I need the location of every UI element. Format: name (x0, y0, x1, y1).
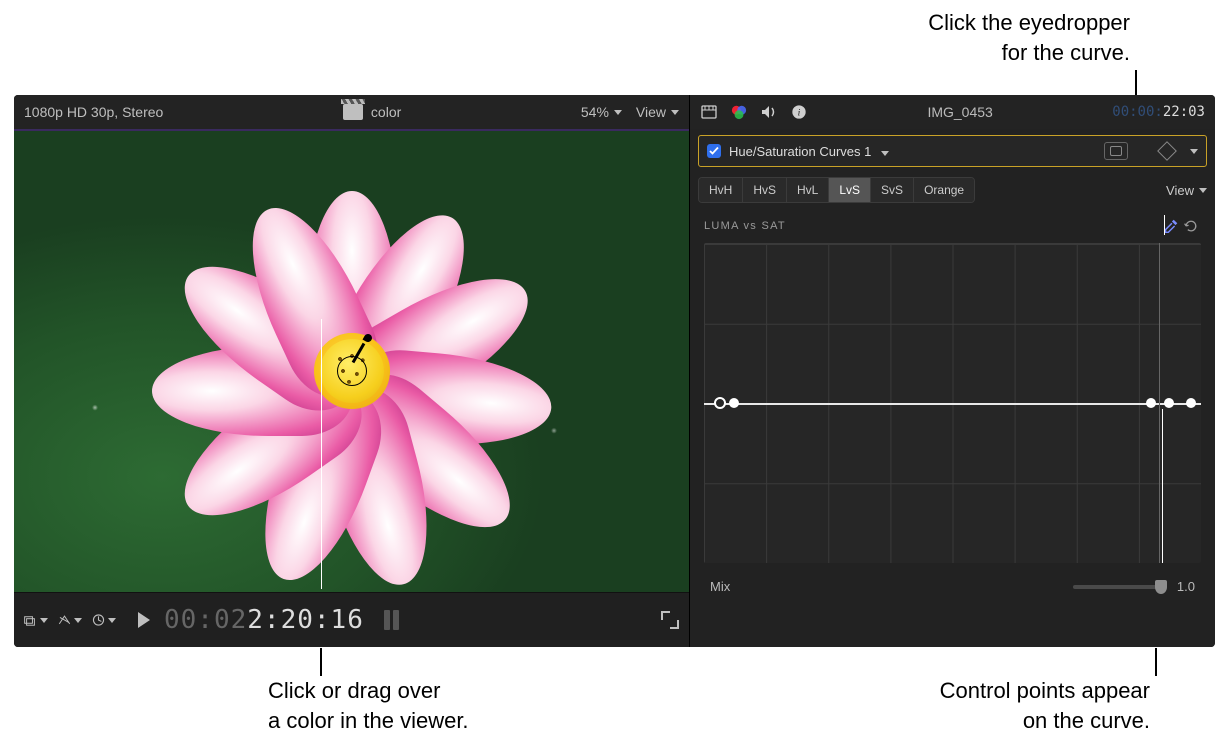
info-inspector-tab[interactable]: i (790, 104, 808, 120)
chevron-down-icon[interactable] (1190, 149, 1198, 154)
chevron-down-icon (40, 618, 48, 623)
timecode-bright: 2:20:16 (247, 605, 364, 635)
viewer-canvas[interactable] (14, 131, 689, 592)
curve-control-point[interactable] (729, 398, 739, 408)
color-channels-dropdown[interactable] (58, 610, 82, 630)
curve-tab-svs[interactable]: SvS (871, 178, 914, 202)
chevron-down-icon (614, 110, 622, 115)
curve-baseline (704, 403, 1201, 405)
mix-row: Mix 1.0 (710, 579, 1195, 594)
leader-line (1155, 648, 1157, 676)
curve-editor[interactable] (704, 243, 1201, 563)
effect-enable-checkbox[interactable] (707, 144, 721, 158)
curve-tab-orange[interactable]: Orange (914, 178, 974, 202)
clip-format-label: 1080p HD 30p, Stereo (24, 104, 163, 120)
effect-name-dropdown[interactable]: Hue/Saturation Curves 1 (729, 144, 889, 159)
viewer-top-bar: 1080p HD 30p, Stereo color 54% View (14, 95, 689, 131)
slider-thumb[interactable] (1155, 580, 1167, 594)
curve-control-point[interactable] (714, 397, 726, 409)
svg-text:i: i (798, 108, 801, 119)
mix-slider[interactable] (1073, 585, 1163, 589)
view-label: View (1166, 183, 1194, 198)
view-dropdown[interactable]: View (636, 104, 679, 120)
chevron-down-icon (881, 151, 889, 156)
eyedropper-cursor (337, 356, 367, 386)
callout-line: Control points appear (940, 678, 1150, 703)
leader-line (321, 319, 322, 589)
retime-dropdown[interactable] (92, 610, 116, 630)
effect-header-row: Hue/Saturation Curves 1 (698, 135, 1207, 167)
mix-value: 1.0 (1177, 579, 1195, 594)
timecode-dim: 00:00: (1112, 104, 1163, 120)
audio-skimming-toggle[interactable] (384, 609, 406, 631)
keyframe-button[interactable] (1157, 141, 1177, 161)
curve-header: LUMA vs SAT (704, 217, 1201, 235)
timecode-bright: 22:03 (1163, 104, 1205, 120)
callout-eyedropper: Click the eyedropper for the curve. (740, 8, 1130, 67)
callout-line: Click the eyedropper (928, 10, 1130, 35)
clip-name-label: color (371, 104, 401, 120)
zoom-dropdown[interactable]: 54% (581, 104, 622, 120)
reset-button[interactable] (1181, 217, 1201, 235)
viewer-pane: 1080p HD 30p, Stereo color 54% View (14, 95, 690, 647)
view-label: View (636, 104, 666, 120)
clapperboard-icon (343, 104, 363, 120)
curve-tabs: HvHHvSHvLLvSSvSOrange (698, 177, 975, 203)
curve-title-label: LUMA vs SAT (704, 220, 786, 232)
effect-mask-button[interactable] (1104, 142, 1128, 160)
timecode-dim: 00:02 (164, 605, 247, 635)
curve-tab-lvs[interactable]: LvS (829, 178, 871, 202)
curve-guide-line (1159, 243, 1160, 563)
chevron-down-icon (108, 618, 116, 623)
chevron-down-icon (671, 110, 679, 115)
curve-tab-hvh[interactable]: HvH (699, 178, 743, 202)
inspector-view-dropdown[interactable]: View (1166, 183, 1207, 198)
curve-tab-hvl[interactable]: HvL (787, 178, 829, 202)
callout-viewer-pick: Click or drag over a color in the viewer… (268, 676, 568, 735)
curve-tab-row: HvHHvSHvLLvSSvSOrange View (698, 177, 1207, 203)
app-window: 1080p HD 30p, Stereo color 54% View (14, 95, 1215, 647)
inspector-timecode: 00:00:22:03 (1112, 104, 1205, 120)
audio-inspector-tab[interactable] (760, 104, 778, 120)
color-inspector-tab[interactable] (730, 104, 748, 120)
curve-control-point[interactable] (1164, 398, 1174, 408)
callout-line: on the curve. (1023, 708, 1150, 733)
viewer-timecode[interactable]: 00:022:20:16 (164, 605, 364, 635)
play-button[interactable] (138, 612, 150, 628)
callout-line: Click or drag over (268, 678, 440, 703)
zoom-value: 54% (581, 104, 609, 120)
fullscreen-button[interactable] (661, 611, 679, 629)
inspector-clip-title: IMG_0453 (820, 104, 1100, 120)
mix-label: Mix (710, 579, 730, 594)
clip-appearance-dropdown[interactable] (24, 610, 48, 630)
chevron-down-icon (1199, 188, 1207, 193)
leader-line (1162, 409, 1163, 563)
leader-line (1164, 215, 1165, 235)
callout-control-points: Control points appear on the curve. (770, 676, 1150, 735)
effect-name-label: Hue/Saturation Curves 1 (729, 144, 871, 159)
chevron-down-icon (74, 618, 82, 623)
inspector-pane: i IMG_0453 00:00:22:03 Hue/Saturation Cu… (690, 95, 1215, 647)
curve-tab-hvs[interactable]: HvS (743, 178, 787, 202)
inspector-top-bar: i IMG_0453 00:00:22:03 (690, 95, 1215, 129)
video-inspector-tab[interactable] (700, 104, 718, 120)
preview-image (14, 131, 689, 592)
callout-line: a color in the viewer. (268, 708, 469, 733)
callout-line: for the curve. (1002, 40, 1130, 65)
viewer-transport-bar: 00:022:20:16 (14, 592, 689, 647)
leader-line (320, 648, 322, 676)
